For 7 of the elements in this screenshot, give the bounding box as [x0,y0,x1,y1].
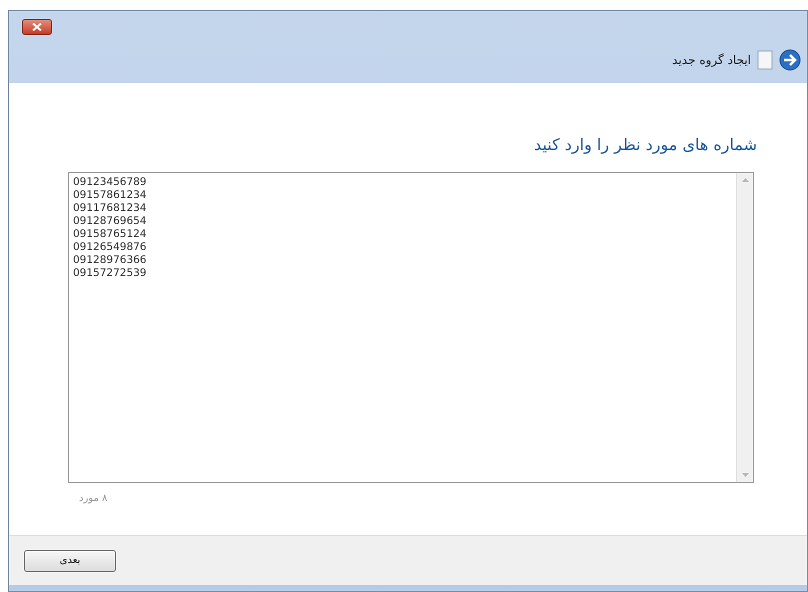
next-button[interactable]: بعدی [24,550,116,572]
window-title: ایجاد گروه جدید [672,52,751,69]
close-button[interactable] [22,19,52,35]
document-icon [757,50,773,70]
close-icon [32,23,42,31]
count-label: ۸ مورد [79,493,108,504]
instruction-text: شماره های مورد نظر را وارد کنید [534,135,757,154]
